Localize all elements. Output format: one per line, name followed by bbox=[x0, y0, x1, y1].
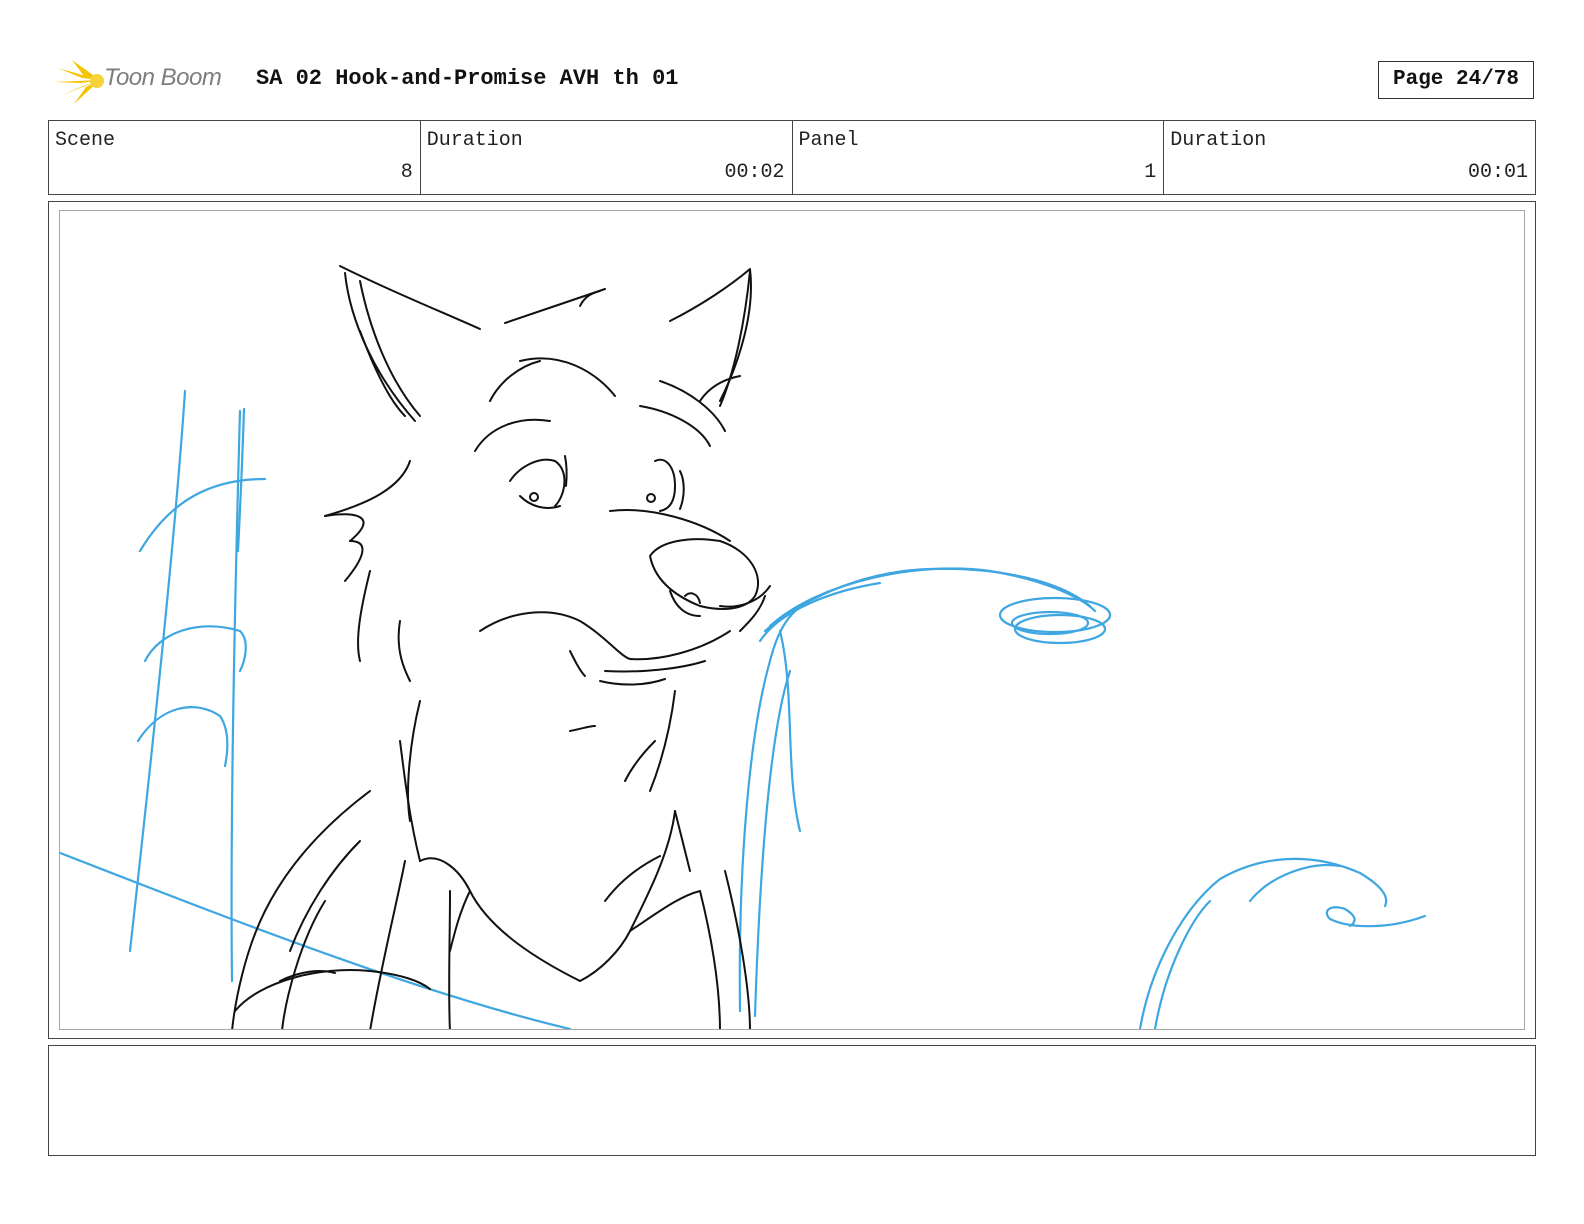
wolf-sketch-drawing bbox=[60, 265, 1427, 1029]
page-indicator: Page 24/78 bbox=[1378, 61, 1534, 99]
panel-duration-cell: Duration 00:01 bbox=[1164, 121, 1535, 194]
panel-cell: Panel 1 bbox=[793, 121, 1165, 194]
document-title: SA 02 Hook-and-Promise AVH th 01 bbox=[256, 66, 679, 91]
storyboard-panel-frame bbox=[48, 201, 1536, 1039]
panel-value: 1 bbox=[1144, 161, 1157, 184]
logo-wordmark: Toon Boom bbox=[104, 64, 222, 91]
scene-duration-label: Duration bbox=[426, 129, 523, 152]
scene-cell: Scene 8 bbox=[49, 121, 421, 194]
panel-duration-value: 00:01 bbox=[1467, 161, 1528, 184]
scene-duration-cell: Duration 00:02 bbox=[421, 121, 793, 194]
scene-duration-value: 00:02 bbox=[724, 161, 785, 184]
panel-notes-box bbox=[48, 1045, 1536, 1156]
panel-label: Panel bbox=[798, 129, 859, 152]
blue-rough-sketch bbox=[60, 389, 1427, 1029]
storyboard-panel-image bbox=[59, 210, 1525, 1030]
starburst-icon bbox=[54, 60, 104, 104]
panel-duration-label: Duration bbox=[1170, 129, 1267, 152]
scene-info-table: Scene 8 Duration 00:02 Panel 1 Duration … bbox=[48, 120, 1536, 195]
wolf-character-sketch bbox=[231, 265, 771, 1029]
toon-boom-logo: Toon Boom bbox=[52, 56, 242, 106]
scene-value: 8 bbox=[400, 161, 413, 184]
scene-label: Scene bbox=[55, 129, 116, 152]
